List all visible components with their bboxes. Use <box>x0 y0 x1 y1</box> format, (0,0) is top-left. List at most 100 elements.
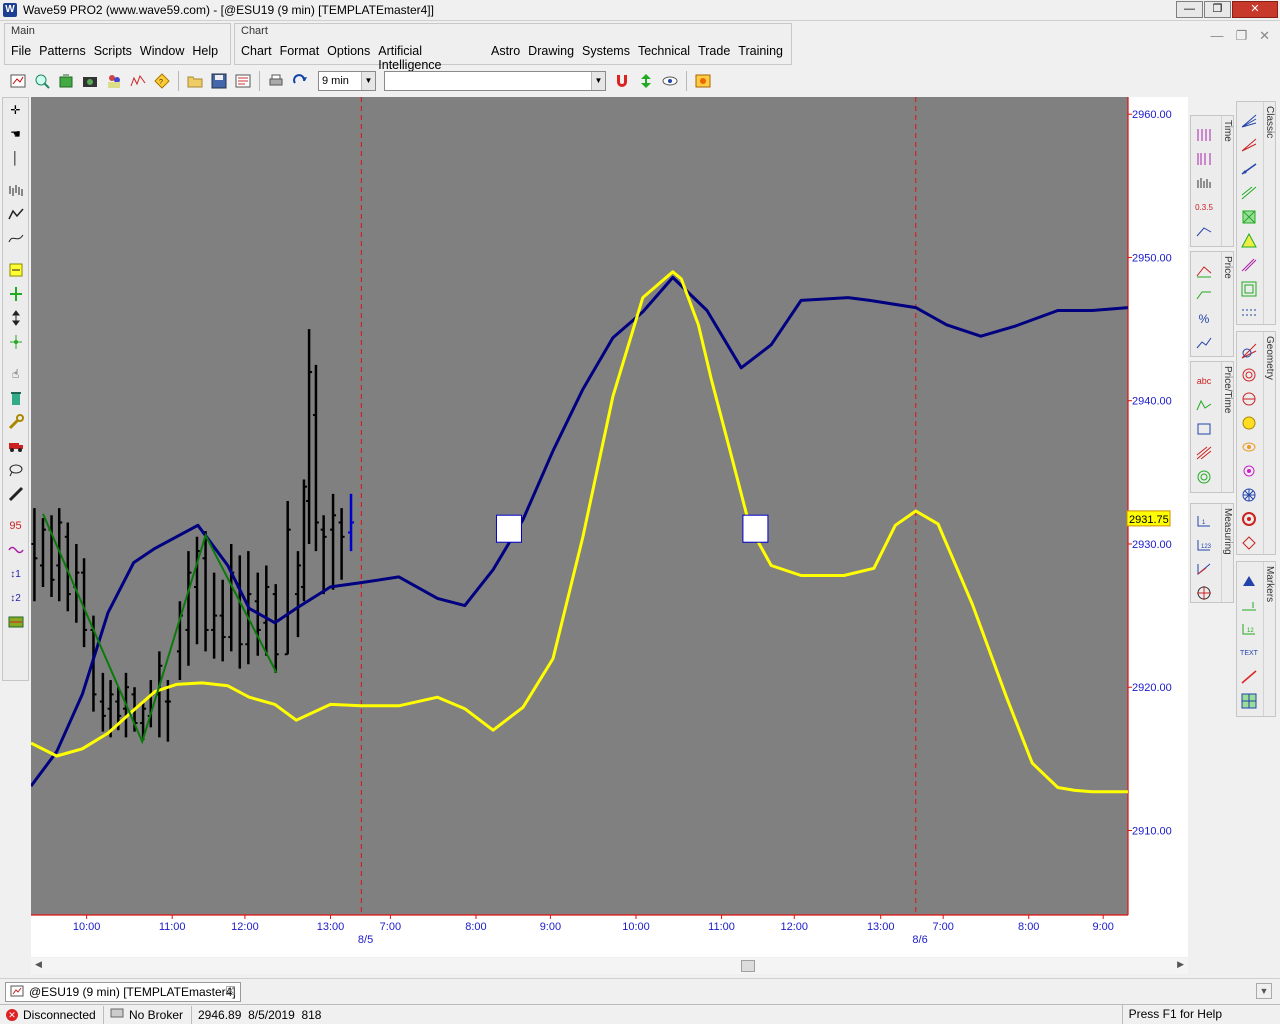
time-tab[interactable]: Time <box>1221 116 1233 246</box>
price-time-tab[interactable]: Price/Time <box>1221 362 1233 492</box>
maximize-button[interactable]: ❐ <box>1204 1 1231 18</box>
range-bars-icon[interactable] <box>3 610 28 634</box>
spiral-icon[interactable] <box>1195 468 1213 486</box>
crosshair-icon[interactable]: ✛ <box>3 98 28 122</box>
wave-count-1-icon[interactable]: ↕1 <box>3 562 28 586</box>
chart-area[interactable]: 2960.00 2950.00 2940.00 2930.00 2920.00 2910.… <box>31 97 1188 957</box>
mdi-minimize-button[interactable]: — <box>1210 28 1223 44</box>
vertical-line-icon[interactable]: │ <box>3 146 28 170</box>
compress-icon[interactable] <box>3 330 28 354</box>
menu-file[interactable]: File <box>11 44 31 58</box>
horizontal-scrollbar[interactable]: ◀ ▶ <box>31 958 1188 974</box>
move-icon[interactable] <box>3 306 28 330</box>
scroll-right-icon[interactable]: ▶ <box>1177 959 1184 970</box>
eye-icon[interactable] <box>660 71 680 91</box>
text-label-icon[interactable]: abc <box>1195 372 1213 390</box>
cycle-95-icon[interactable]: 95 <box>3 514 28 538</box>
up-down-arrows-icon[interactable] <box>636 71 656 91</box>
redo-icon[interactable] <box>290 71 310 91</box>
new-chart-icon[interactable] <box>8 71 28 91</box>
gann-fan-icon[interactable] <box>1240 112 1258 130</box>
menu-window[interactable]: Window <box>140 44 184 58</box>
document-tab[interactable]: @ESU19 (9 min) [TEMPLATEmaster4] ☒ <box>5 982 241 1002</box>
circle-target-icon[interactable] <box>1240 510 1258 528</box>
scroll-thumb[interactable] <box>741 960 755 972</box>
price-projection-icon[interactable] <box>1195 262 1213 280</box>
bar-chart-icon[interactable] <box>3 178 28 202</box>
measure-angle-icon[interactable] <box>1195 560 1213 578</box>
trendline-icon[interactable] <box>1240 160 1258 178</box>
orbit-icon[interactable] <box>1240 438 1258 456</box>
lasso-icon[interactable] <box>3 458 28 482</box>
price-time-ratio-icon[interactable] <box>1195 396 1213 414</box>
grid-box-icon[interactable] <box>1240 208 1258 226</box>
mdi-restore-button[interactable]: ❐ <box>1235 28 1247 44</box>
print-icon[interactable] <box>266 71 286 91</box>
menu-help[interactable]: Help <box>192 44 218 58</box>
price-tab[interactable]: Price <box>1221 252 1233 356</box>
close-tab-icon[interactable]: ☒ <box>225 984 236 998</box>
parallel-lines-icon[interactable] <box>1240 256 1258 274</box>
expand-horizontal-icon[interactable] <box>3 282 28 306</box>
measure-bars-icon[interactable]: 1 <box>1195 512 1213 530</box>
interval-select[interactable]: 9 min ▼ <box>318 71 376 91</box>
number-marker-icon[interactable]: 12 <box>1240 620 1258 638</box>
wrench-icon[interactable] <box>3 410 28 434</box>
square-of-nine-icon[interactable] <box>1195 444 1213 462</box>
concentric-circles-icon[interactable] <box>1240 366 1258 384</box>
close-button[interactable]: ✕ <box>1232 1 1278 18</box>
zoom-icon[interactable] <box>32 71 52 91</box>
sun-icon[interactable] <box>1240 414 1258 432</box>
open-folder-icon[interactable] <box>185 71 205 91</box>
grid-marker-icon[interactable] <box>1240 692 1258 710</box>
classic-tab[interactable]: Classic <box>1263 102 1275 324</box>
box-icon[interactable] <box>1195 420 1213 438</box>
text-marker-icon[interactable]: TEXT <box>1240 644 1258 662</box>
menu-patterns[interactable]: Patterns <box>39 44 86 58</box>
time-spacing-icon[interactable] <box>1195 150 1213 168</box>
select-hand-icon[interactable]: ☝ <box>3 362 28 386</box>
zoom-width-icon[interactable] <box>3 258 28 282</box>
alert-icon[interactable] <box>693 71 713 91</box>
markers-tab[interactable]: Markers <box>1263 562 1275 716</box>
mdi-close-button[interactable]: ✕ <box>1259 28 1270 44</box>
measuring-tab[interactable]: Measuring <box>1221 504 1233 602</box>
line-chart-icon[interactable] <box>3 226 28 250</box>
wave-count-2-icon[interactable]: ↕2 <box>3 586 28 610</box>
refresh-data-icon[interactable] <box>56 71 76 91</box>
symbol-select[interactable]: ▼ <box>384 71 606 91</box>
up-arrow-marker-icon[interactable] <box>1240 572 1258 590</box>
magnet-icon[interactable] <box>612 71 632 91</box>
ruler-icon[interactable] <box>3 482 28 506</box>
measure-range-icon[interactable]: 123 <box>1195 536 1213 554</box>
minimize-button[interactable]: — <box>1176 1 1203 18</box>
time-bars-icon[interactable] <box>1195 174 1213 192</box>
flower-of-life-icon[interactable] <box>1240 486 1258 504</box>
percent-icon[interactable]: % <box>1195 310 1213 328</box>
wave-analysis-icon[interactable] <box>128 71 148 91</box>
truck-icon[interactable] <box>3 434 28 458</box>
channel-icon[interactable] <box>1240 184 1258 202</box>
camera-icon[interactable] <box>80 71 100 91</box>
dotted-grid-icon[interactable] <box>1240 304 1258 322</box>
square-target-icon[interactable] <box>1240 280 1258 298</box>
candlestick-icon[interactable] <box>3 202 28 226</box>
trash-icon[interactable] <box>3 386 28 410</box>
target-icon[interactable] <box>1195 584 1213 602</box>
price-retrace-icon[interactable] <box>1195 286 1213 304</box>
ellipse-icon[interactable] <box>1240 390 1258 408</box>
diamond-icon[interactable] <box>1240 534 1258 552</box>
people-icon[interactable] <box>104 71 124 91</box>
hand-pan-icon[interactable]: ☚ <box>3 122 28 146</box>
save-icon[interactable] <box>209 71 229 91</box>
triangle-icon[interactable] <box>1240 232 1258 250</box>
vortex-icon[interactable] <box>1240 462 1258 480</box>
tab-list-dropdown-icon[interactable]: ▼ <box>1256 983 1272 999</box>
wave-icon[interactable] <box>3 538 28 562</box>
geometry-tab[interactable]: Geometry <box>1263 332 1275 554</box>
time-cycle-icon[interactable] <box>1195 222 1213 240</box>
fib-time-icon[interactable]: 0.3.5 <box>1195 198 1213 216</box>
chart-properties-icon[interactable] <box>233 71 253 91</box>
time-lines-icon[interactable] <box>1195 126 1213 144</box>
menu-scripts[interactable]: Scripts <box>94 44 132 58</box>
